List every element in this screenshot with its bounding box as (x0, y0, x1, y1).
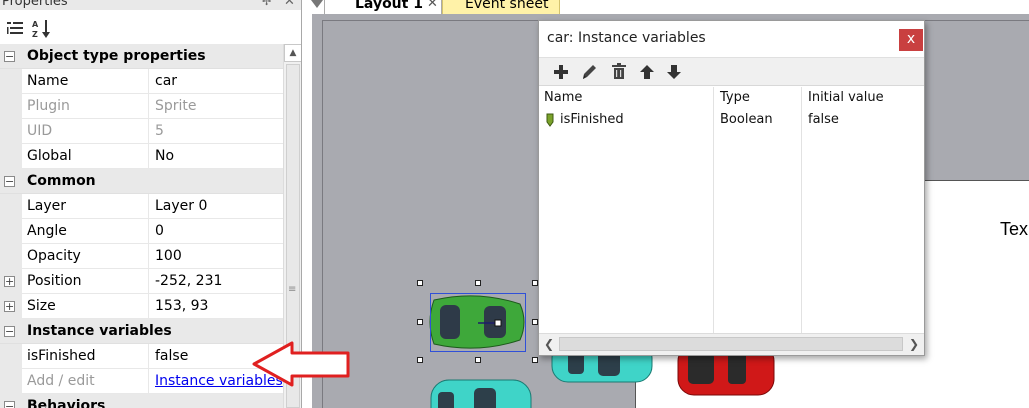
dialog-close-button[interactable]: x (899, 29, 923, 51)
variable-name: isFinished (560, 112, 624, 127)
delete-trash-icon[interactable] (609, 62, 629, 82)
variable-type: Boolean (720, 112, 773, 127)
column-divider (713, 87, 714, 333)
variable-tag-icon (545, 113, 555, 131)
scroll-left-icon[interactable]: ❮ (541, 336, 557, 352)
instance-variables-dialog: car: Instance variables x Name Type Init… (538, 20, 925, 356)
resize-handle[interactable] (417, 319, 423, 325)
dialog-horizontal-scrollbar[interactable]: ❮ ❯ (539, 333, 924, 355)
scroll-thumb[interactable] (559, 337, 903, 351)
selection-box[interactable] (430, 293, 526, 352)
resize-handle[interactable] (417, 357, 423, 363)
dialog-toolbar (539, 57, 924, 86)
dialog-title: car: Instance variables (547, 30, 706, 46)
resize-handle[interactable] (475, 357, 481, 363)
column-header-type[interactable]: Type (720, 90, 750, 105)
cyan-car-sprite[interactable] (430, 379, 532, 408)
resize-handle[interactable] (417, 280, 423, 286)
annotation-arrow (252, 341, 350, 387)
resize-handle[interactable] (475, 280, 481, 286)
edit-pencil-icon[interactable] (579, 62, 599, 82)
column-header-initial-value[interactable]: Initial value (808, 90, 884, 105)
move-down-icon[interactable] (664, 62, 684, 82)
resize-handle[interactable] (532, 357, 538, 363)
move-up-icon[interactable] (637, 62, 657, 82)
scroll-right-icon[interactable]: ❯ (906, 336, 922, 352)
column-header-name[interactable]: Name (544, 90, 582, 105)
add-icon[interactable] (551, 62, 571, 82)
variable-initial-value: false (808, 112, 839, 127)
column-divider (801, 87, 802, 333)
